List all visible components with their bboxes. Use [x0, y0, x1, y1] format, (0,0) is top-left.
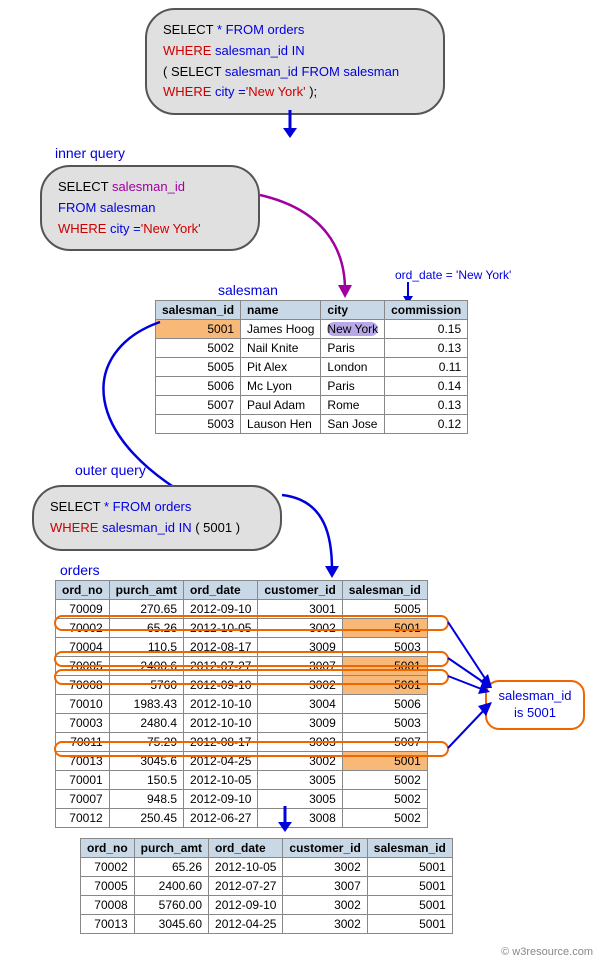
t: city =	[106, 221, 140, 236]
main-sql-box: SELECT * FROM orders WHERE salesman_id I…	[145, 8, 445, 115]
t: WHERE	[163, 43, 211, 58]
annot-orddate: ord_date = 'New York'	[395, 268, 511, 282]
table-row: 7000265.262012-10-0530025001	[81, 858, 453, 877]
table-row: 700032480.42012-10-1030095003	[56, 714, 428, 733]
footer-credit: © w3resource.com	[501, 946, 593, 958]
t: salesman_id	[98, 520, 178, 535]
col-header: ord_no	[81, 839, 135, 858]
t: salesman_id	[499, 688, 572, 703]
t: salesman	[96, 200, 155, 215]
t: WHERE	[58, 221, 106, 236]
table-row: 7001175.292012-08-1730035007	[56, 733, 428, 752]
col-header: purch_amt	[109, 581, 183, 600]
col-header: salesman_id	[156, 301, 241, 320]
t: WHERE	[163, 84, 211, 99]
t: ( 5001 )	[192, 520, 240, 535]
orders-table: ord_nopurch_amtord_datecustomer_idsalesm…	[55, 580, 428, 828]
table-row: 700101983.432012-10-1030045006	[56, 695, 428, 714]
col-header: customer_id	[258, 581, 342, 600]
t: );	[306, 84, 318, 99]
col-header: ord_no	[56, 581, 110, 600]
col-header: salesman_id	[367, 839, 452, 858]
t: orders	[264, 22, 304, 37]
table-row: 70009270.652012-09-1030015005	[56, 600, 428, 619]
col-header: city	[321, 301, 385, 320]
arrow-down-icon	[280, 110, 320, 140]
orders-title: orders	[60, 562, 100, 578]
t: *	[100, 499, 112, 514]
table-row: 700133045.62012-04-2530025001	[56, 752, 428, 771]
t: city =	[211, 84, 245, 99]
table-row: 7000857602012-09-1030025001	[56, 676, 428, 695]
t: FROM	[226, 22, 264, 37]
t: SELECT	[163, 22, 213, 37]
t: FROM	[58, 200, 96, 215]
t: salesman	[340, 64, 399, 79]
arrow-down-icon	[275, 806, 305, 836]
table-row: 700085760.002012-09-1030025001	[81, 896, 453, 915]
col-header: purch_amt	[134, 839, 208, 858]
col-header: name	[241, 301, 321, 320]
t: salesman_id	[108, 179, 185, 194]
salesman-title: salesman	[218, 282, 278, 298]
t: orders	[151, 499, 191, 514]
t: FROM	[113, 499, 151, 514]
col-header: ord_date	[209, 839, 283, 858]
outer-sql-box: SELECT * FROM orders WHERE salesman_id I…	[32, 485, 282, 551]
t: salesman_id	[221, 64, 301, 79]
table-row: 700052400.62012-07-2730075001	[56, 657, 428, 676]
t: *	[213, 22, 225, 37]
inner-query-label: inner query	[55, 145, 125, 161]
col-header: salesman_id	[342, 581, 427, 600]
result-table: ord_nopurch_amtord_datecustomer_idsalesm…	[80, 838, 453, 934]
col-header: commission	[385, 301, 468, 320]
inner-sql-box: SELECT salesman_id FROM salesman WHERE c…	[40, 165, 260, 251]
outer-query-label: outer query	[75, 462, 146, 478]
t: is 5001	[514, 705, 556, 720]
t: FROM	[302, 64, 340, 79]
arrow-curve-icon	[252, 490, 352, 580]
t: (	[163, 64, 171, 79]
table-row: 70004110.52012-08-1730095003	[56, 638, 428, 657]
table-row: 70001150.52012-10-0530055002	[56, 771, 428, 790]
t: IN	[292, 43, 305, 58]
t: 'New York'	[246, 84, 306, 99]
t: WHERE	[50, 520, 98, 535]
t: IN	[179, 520, 192, 535]
table-row: 70007948.52012-09-1030055002	[56, 790, 428, 809]
t: salesman_id	[211, 43, 291, 58]
col-header: ord_date	[184, 581, 258, 600]
t: SELECT	[58, 179, 108, 194]
t: SELECT	[171, 64, 221, 79]
arrow-to-oval-icon	[448, 618, 508, 758]
table-row: 700133045.602012-04-2530025001	[81, 915, 453, 934]
table-row: 7000265.262012-10-0530025001	[56, 619, 428, 638]
t: 'New York'	[141, 221, 201, 236]
table-row: 70012250.452012-06-2730085002	[56, 809, 428, 828]
col-header: customer_id	[283, 839, 367, 858]
t: SELECT	[50, 499, 100, 514]
table-row: 700052400.602012-07-2730075001	[81, 877, 453, 896]
